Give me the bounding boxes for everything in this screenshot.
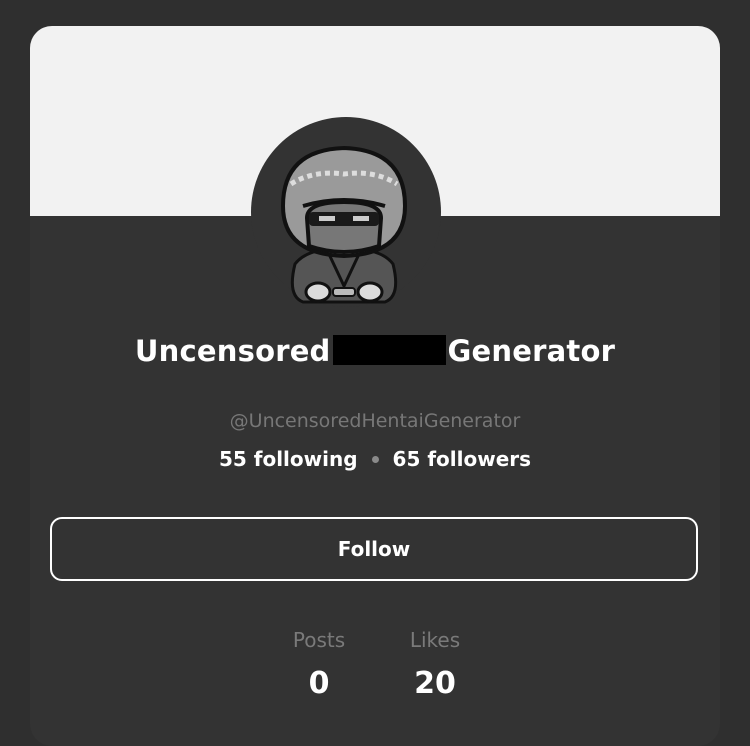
likes-value: 20 [414, 666, 456, 701]
following-link[interactable]: 55 following [219, 447, 358, 471]
redaction-bar [332, 335, 446, 365]
name-prefix: Uncensored [134, 334, 331, 368]
likes-metric[interactable]: Likes 20 [380, 628, 490, 701]
avatar[interactable] [273, 136, 415, 304]
follow-button[interactable]: Follow [50, 517, 698, 581]
posts-value: 0 [308, 666, 330, 701]
posts-label: Posts [292, 628, 346, 652]
profile-handle: @UncensoredHentaiGenerator [229, 410, 521, 432]
name-suffix: Generator [447, 334, 616, 368]
separator-dot [371, 456, 379, 463]
posts-metric[interactable]: Posts 0 [264, 628, 374, 701]
profile-name: Uncensored Generator [0, 334, 750, 368]
follow-stats: 55 following 65 followers [0, 447, 750, 471]
followers-link[interactable]: 65 followers [393, 447, 532, 471]
likes-label: Likes [409, 628, 461, 652]
